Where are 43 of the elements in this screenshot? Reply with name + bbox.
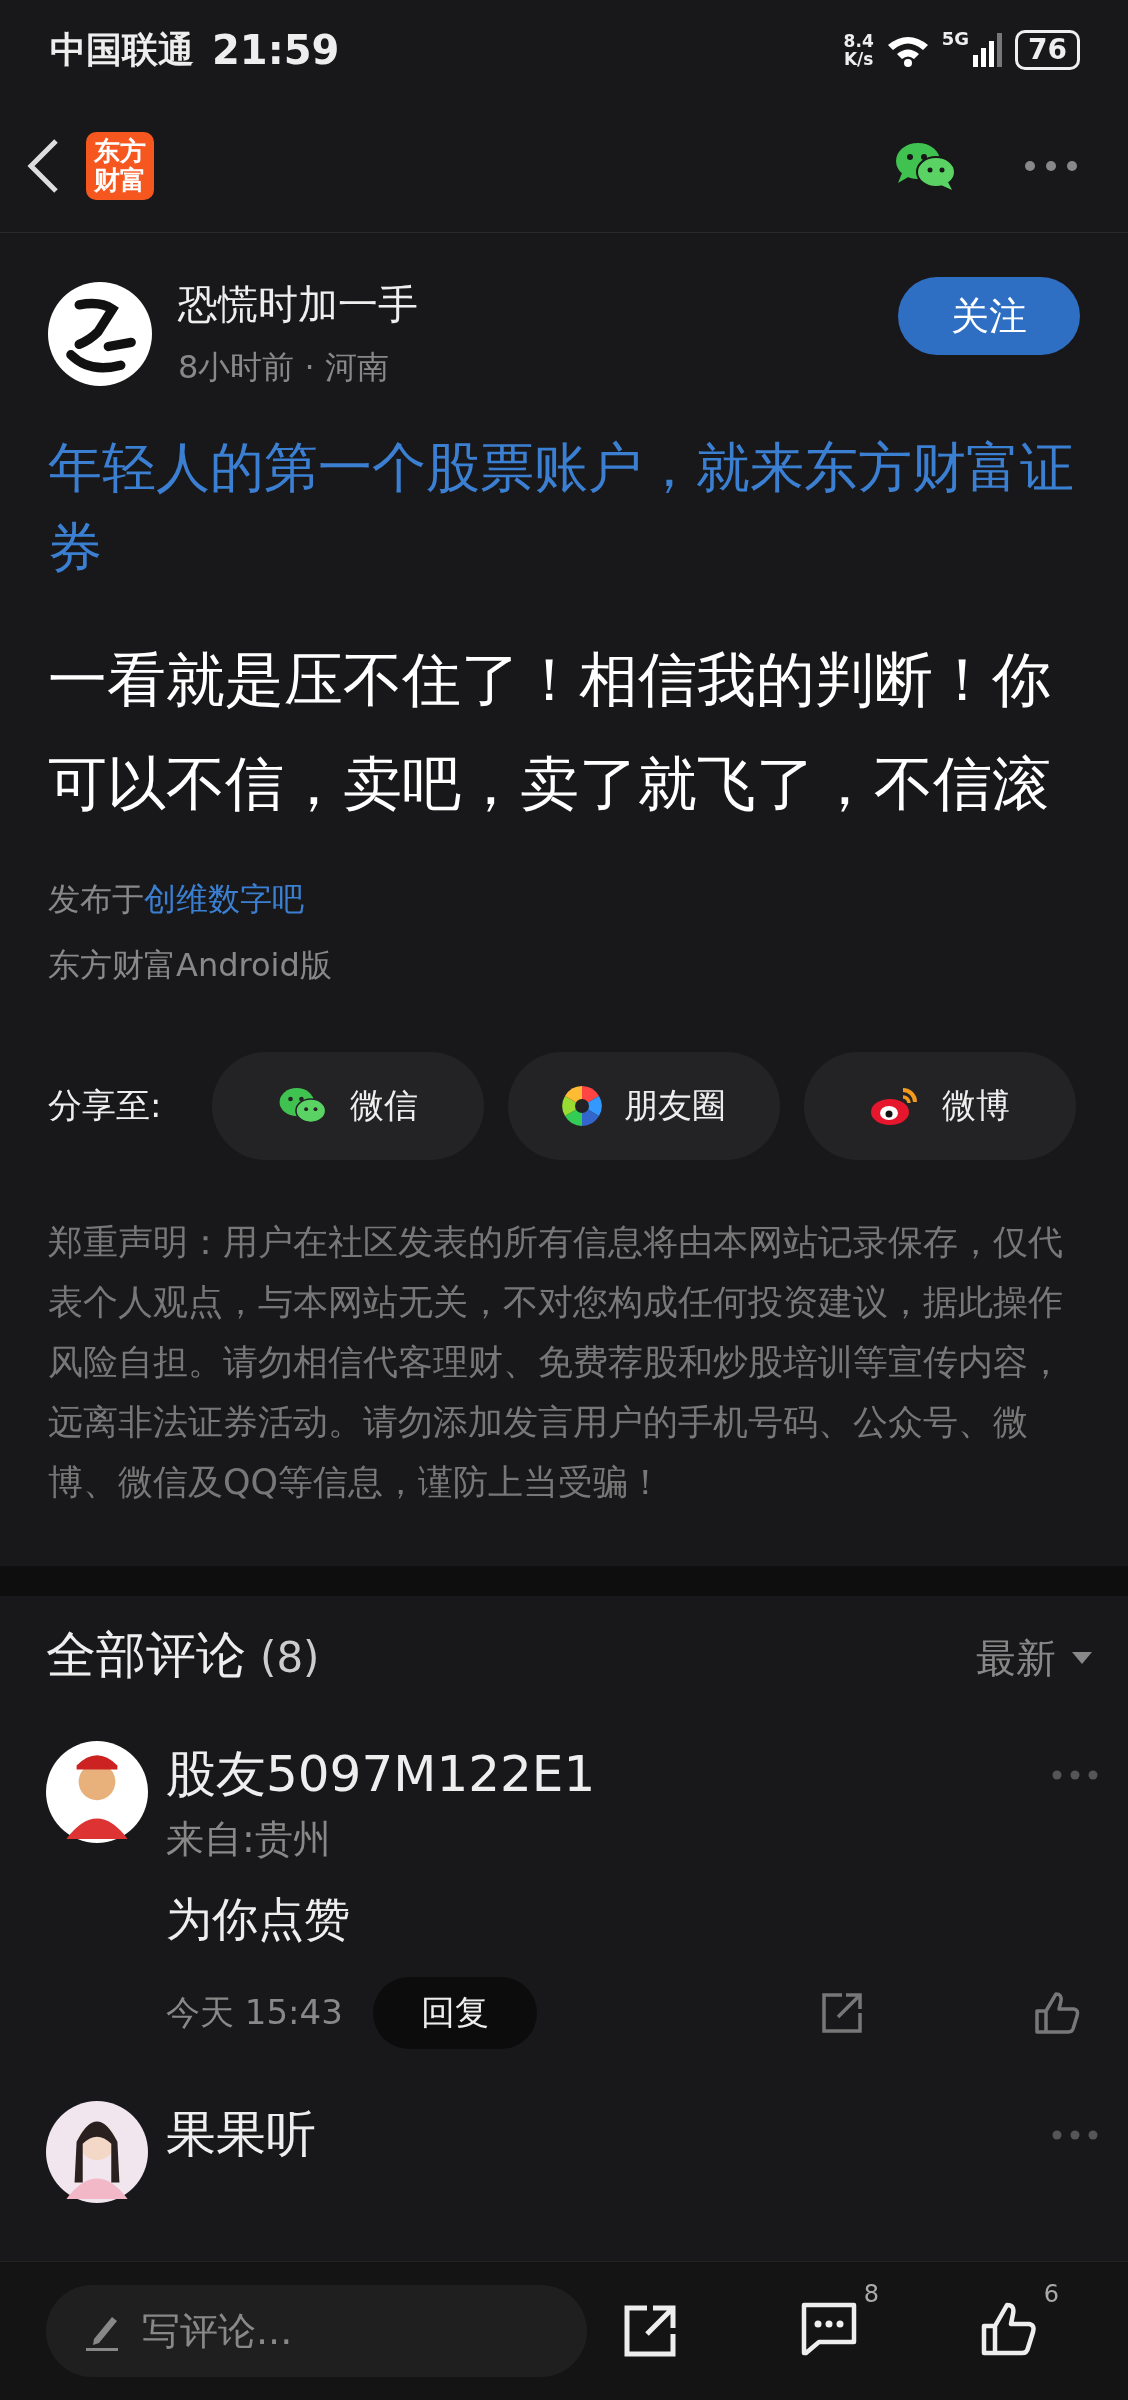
net-speed-unit: K/s (843, 50, 874, 68)
post-meta: 8小时前 · 河南 (178, 347, 390, 388)
commenter-name: 股友5097M122E1 (166, 1744, 596, 1805)
more-icon[interactable] (1024, 160, 1078, 172)
comments-title: 全部评论 (46, 1625, 246, 1686)
app-logo: 东方 财富 (86, 132, 154, 200)
caret-icon (1072, 1651, 1092, 1666)
disclaimer: 郑重声明：用户在社区发表的所有信息将由本网站记录保存，仅代表个人观点，与本网站无关，不对您构成任何投资建议，据此操作风险自担。请勿相信代客理财、免费荐股和炒股培训等宣传内容，远离非法证券活动。请勿添加发言用户的手机号码、公众号、微博、微信及QQ等信息，谨防上当受骗！ (48, 1221, 1064, 1504)
published-label: 发布于 (48, 880, 144, 918)
back-icon[interactable] (26, 138, 60, 194)
like-count: 6 (1043, 2280, 1059, 2308)
follow-button[interactable]: 关注 (898, 277, 1080, 355)
comment-count: (8) (260, 1633, 320, 1682)
post-content: 一看就是压不住了！相信我的判断！你可以不信，卖吧，卖了就飞了，不信滚 (48, 644, 1052, 820)
commenter-name: 果果听 (166, 2104, 316, 2165)
signal-icon (973, 33, 1004, 67)
more-icon[interactable] (1052, 2129, 1098, 2140)
battery: 76 (1015, 30, 1080, 70)
forum-link[interactable]: 创维数字吧 (144, 880, 304, 918)
more-icon[interactable] (1052, 1769, 1098, 1780)
net-speed: 8.4 (843, 32, 874, 50)
share-label: 分享至: (48, 1084, 163, 1127)
network-type: 5G (941, 28, 970, 49)
author-name: 恐慌时加一手 (178, 280, 419, 329)
clock: 21:59 (212, 27, 340, 73)
ad-link[interactable]: 年轻人的第一个股票账户，就来东方财富证券 (48, 428, 1080, 588)
client-label: 东方财富Android版 (48, 945, 333, 986)
carrier: 中国联通 (50, 27, 194, 72)
share-button[interactable]: 微博 (804, 1052, 1076, 1160)
comment-time: 今天 15:43 (166, 1991, 343, 2034)
comment-count: 8 (863, 2280, 879, 2308)
comment-icon[interactable] (801, 2302, 857, 2356)
share-icon[interactable] (623, 2304, 677, 2358)
aperture-icon (562, 1086, 602, 1126)
thumbs-up-icon[interactable] (1034, 1991, 1080, 2035)
comment-text: 为你点赞 (166, 1891, 351, 1948)
weibo-icon (870, 1086, 920, 1126)
reply-button[interactable]: 回复 (372, 1977, 537, 2049)
comment-field[interactable]: 写评论... (46, 2285, 587, 2377)
comment-location: 来自:贵州 (166, 1816, 332, 1863)
share-button[interactable]: 微信 (212, 1052, 484, 1160)
sort-dropdown[interactable]: 最新 (970, 1630, 1098, 1687)
share-button[interactable]: 朋友圈 (508, 1052, 780, 1160)
